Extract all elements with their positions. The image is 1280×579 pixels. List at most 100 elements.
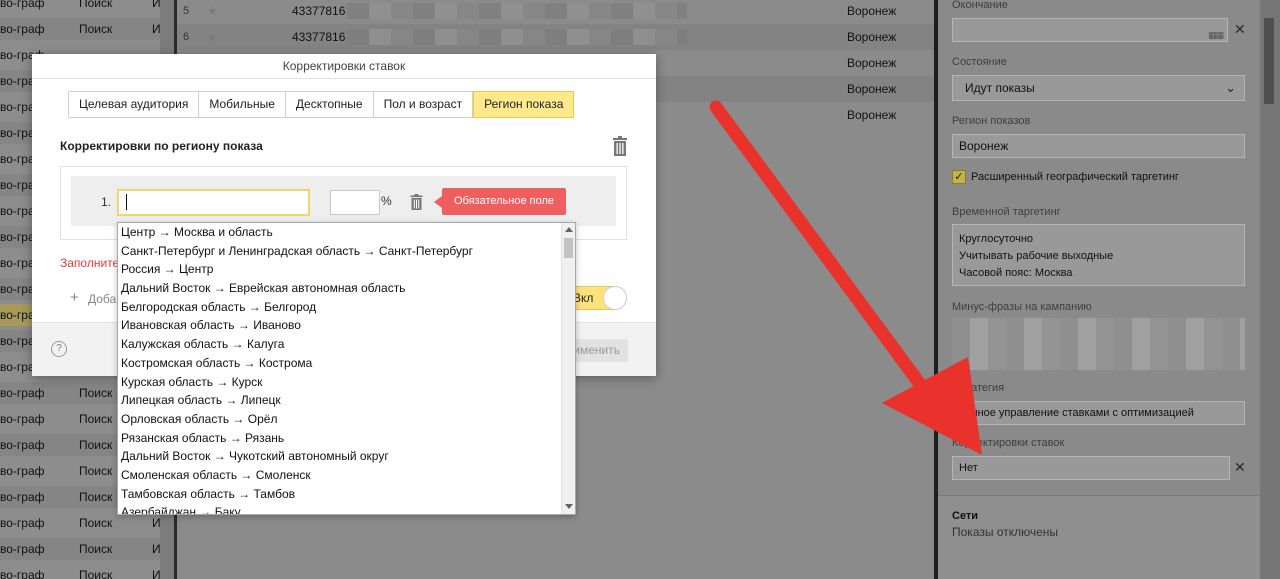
strategy-field[interactable]: Ручное управление ставками с оптимизацие… bbox=[952, 401, 1245, 425]
tab-desktop[interactable]: Десктопные bbox=[285, 92, 374, 117]
minus-phrases-blurred bbox=[952, 318, 1245, 370]
adjustment-tabs: Целевая аудитория Мобильные Десктопные П… bbox=[68, 91, 575, 118]
table-row[interactable]: 5 ★ 43377816 Воронеж bbox=[177, 0, 937, 24]
region-option[interactable]: Дальний Восток → Чукотский автономный ок… bbox=[118, 447, 562, 466]
campaign-row[interactable]: во-граф Поиск И bbox=[0, 512, 160, 534]
campaign-row[interactable]: во-граф Поиск И bbox=[0, 18, 160, 40]
time-line: Учитывать рабочие выходные bbox=[959, 250, 1114, 262]
region-option[interactable]: Смоленская область → Смоленск bbox=[118, 466, 562, 485]
region-option[interactable]: Орловская область → Орёл bbox=[118, 410, 562, 429]
tab-region[interactable]: Регион показа bbox=[473, 91, 575, 118]
campaign-cell: Поиск bbox=[79, 0, 113, 10]
campaign-row[interactable]: во-граф Поиск И bbox=[0, 538, 160, 560]
required-field-badge: Обязательное поле bbox=[434, 188, 566, 215]
region-option[interactable]: Ивановская область → Иваново bbox=[118, 316, 562, 335]
region-option[interactable]: Рязанская область → Рязань bbox=[118, 429, 562, 448]
page-scrollbar-thumb[interactable] bbox=[1264, 18, 1274, 104]
delete-row-trash-icon[interactable] bbox=[410, 194, 423, 210]
region-option[interactable]: Санкт-Петербург и Ленинградская область … bbox=[118, 242, 562, 261]
plus-icon[interactable]: + bbox=[70, 289, 79, 306]
campaign-cell: И bbox=[152, 542, 160, 556]
add-adjustment-link[interactable]: Добавить bbox=[88, 292, 118, 306]
geo-targeting-label: Расширенный географический таргетинг bbox=[971, 171, 1179, 183]
campaign-cell: во-граф bbox=[0, 464, 45, 478]
campaign-cell: во-граф bbox=[0, 516, 45, 530]
region-option[interactable]: Тамбовская область → Тамбов bbox=[118, 485, 562, 504]
region-option[interactable]: Азербайджан → Баку bbox=[118, 503, 562, 514]
region-value: Воронеж bbox=[959, 139, 1009, 153]
toggle-knob bbox=[603, 286, 627, 310]
blurred-cell bbox=[347, 3, 687, 19]
clear-end-date-icon[interactable]: ✕ bbox=[1234, 21, 1246, 38]
geo-targeting-checkbox[interactable]: ✓ bbox=[952, 170, 966, 184]
calendar-icon[interactable]: ▦▦ bbox=[1208, 24, 1224, 46]
scroll-up-icon[interactable] bbox=[565, 227, 573, 232]
bid-adjustments-label: Корректировки ставок bbox=[952, 437, 1065, 449]
networks-subtitle: Показы отключены bbox=[952, 525, 1059, 539]
help-icon[interactable]: ? bbox=[51, 341, 67, 357]
region-option[interactable]: Россия → Центр bbox=[118, 260, 562, 279]
region-search-input[interactable] bbox=[117, 189, 310, 216]
region-option[interactable]: Костромская область → Кострома bbox=[118, 354, 562, 373]
campaign-cell: Поиск bbox=[79, 568, 113, 579]
region-cell: Воронеж bbox=[847, 56, 897, 70]
region-field[interactable]: Воронеж bbox=[952, 134, 1245, 158]
strategy-value: Ручное управление ставками с оптимизацие… bbox=[959, 407, 1194, 419]
end-date-label: Окончание bbox=[952, 0, 1008, 11]
tab-gender-age[interactable]: Пол и возраст bbox=[373, 92, 474, 117]
campaign-cell: Поиск bbox=[79, 464, 113, 478]
star-icon[interactable]: ★ bbox=[207, 24, 218, 50]
bid-adjustments-field[interactable]: Нет bbox=[952, 456, 1230, 480]
region-option[interactable]: Белгородская область → Белгород bbox=[118, 298, 562, 317]
region-option[interactable]: Калужская область → Калуга bbox=[118, 335, 562, 354]
end-date-field[interactable]: ▦▦ bbox=[952, 18, 1228, 42]
region-option[interactable]: Липецкая область → Липецк bbox=[118, 391, 562, 410]
campaign-cell: И bbox=[152, 22, 160, 36]
page-scrollbar[interactable] bbox=[1260, 0, 1280, 579]
campaign-cell: во-граф bbox=[0, 542, 45, 556]
campaign-cell: Поиск bbox=[79, 490, 113, 504]
toggle-label: Вкл bbox=[573, 291, 594, 305]
row-index: 5 bbox=[183, 5, 190, 17]
campaign-cell: во-граф bbox=[0, 490, 45, 504]
campaign-cell: во-граф bbox=[0, 412, 45, 426]
region-suggestions-dropdown: Центр → Москва и область Санкт-Петербург… bbox=[117, 222, 576, 515]
region-option[interactable]: Центр → Москва и область bbox=[118, 223, 562, 242]
region-options-list: Центр → Москва и область Санкт-Петербург… bbox=[118, 223, 562, 514]
scroll-down-icon[interactable] bbox=[565, 504, 573, 509]
time-targeting-field[interactable]: Круглосуточно Учитывать рабочие выходные… bbox=[952, 224, 1245, 286]
blurred-cell bbox=[347, 29, 687, 45]
time-line: Часовой пояс: Москва bbox=[959, 267, 1073, 279]
modal-title: Корректировки ставок bbox=[32, 54, 656, 79]
campaign-cell: во-граф bbox=[0, 568, 45, 579]
dropdown-scrollbar[interactable] bbox=[561, 223, 575, 514]
table-row[interactable]: 6 ★ 43377816 Воронеж bbox=[177, 24, 937, 50]
region-cell: Воронеж bbox=[847, 82, 897, 96]
region-cell: Воронеж bbox=[847, 108, 897, 122]
dropdown-scrollbar-thumb[interactable] bbox=[564, 238, 573, 258]
campaign-cell: во-граф bbox=[0, 0, 45, 10]
bid-adjustments-value: Нет bbox=[959, 462, 978, 474]
minus-phrases-label: Минус-фразы на кампанию bbox=[952, 301, 1092, 313]
clear-bid-adjustments-icon[interactable]: ✕ bbox=[1234, 459, 1246, 476]
tab-target-audience[interactable]: Целевая аудитория bbox=[69, 92, 200, 117]
campaign-settings-panel: Окончание ▦▦ ✕ Состояние Идут показы ⌄ Р… bbox=[938, 0, 1260, 579]
campaign-cell: И bbox=[152, 568, 160, 579]
networks-section[interactable]: Сети Показы отключены bbox=[938, 495, 1260, 579]
campaign-cell: Поиск bbox=[79, 412, 113, 426]
state-label: Состояние bbox=[952, 56, 1007, 68]
delete-all-trash-icon[interactable] bbox=[612, 136, 628, 156]
section-title: Корректировки по региону показа bbox=[60, 139, 263, 153]
tab-mobile[interactable]: Мобильные bbox=[199, 92, 286, 117]
campaign-cell: Поиск bbox=[79, 438, 113, 452]
campaign-cell: Поиск bbox=[79, 22, 113, 36]
campaign-row[interactable]: во-граф Поиск И bbox=[0, 564, 160, 579]
strategy-label: Стратегия bbox=[952, 382, 1005, 394]
region-label: Регион показов bbox=[952, 115, 1031, 127]
region-option[interactable]: Курская область → Курск bbox=[118, 373, 562, 392]
percent-input[interactable] bbox=[330, 190, 380, 215]
star-icon[interactable]: ★ bbox=[207, 0, 218, 24]
region-option[interactable]: Дальний Восток → Еврейская автономная об… bbox=[118, 279, 562, 298]
campaign-row[interactable]: во-граф Поиск И bbox=[0, 0, 160, 14]
state-select[interactable]: Идут показы ⌄ bbox=[952, 75, 1245, 101]
